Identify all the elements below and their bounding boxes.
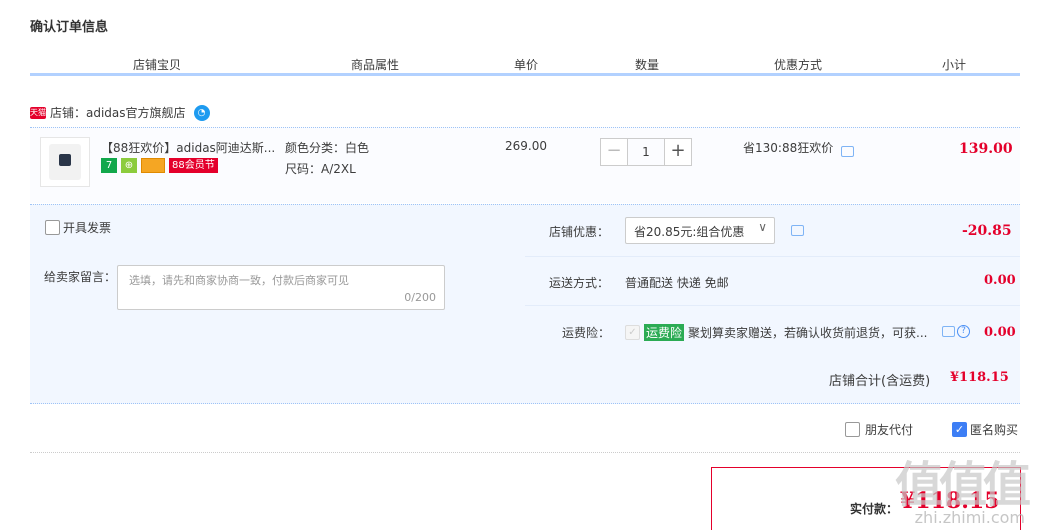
- header-subtotal: 小计: [942, 58, 967, 72]
- chat-icon[interactable]: [942, 326, 955, 337]
- shop-line: 天猫 店铺：adidas官方旗舰店 ◔: [30, 104, 210, 121]
- insurance-info: ✓ 运费险 聚划算卖家赠送，若确认收货前退货，可获...: [625, 324, 927, 341]
- help-icon[interactable]: ?: [957, 325, 970, 338]
- table-header: 店铺宝贝 商品属性 单价 数量 优惠方式 小计: [30, 53, 1020, 76]
- message-placeholder: 选填，请先和商家协商一致，付款后商家可见: [129, 274, 349, 287]
- product-badges: 7 ⊕ 88会员节: [101, 158, 218, 173]
- guarantee-icon: ⊕: [121, 158, 137, 173]
- payment-label: 实付款：: [850, 502, 899, 516]
- friend-pay-label: 朋友代付: [865, 423, 914, 437]
- watermark-text: zhi.zhimi.com: [914, 508, 1025, 527]
- shop-total-label: 店铺合计(含运费): [829, 374, 931, 389]
- chat-icon[interactable]: [791, 225, 804, 236]
- anonymous-option[interactable]: ✓ 匿名购买: [952, 421, 1018, 438]
- product-title[interactable]: 【88狂欢价】adidas阿迪达斯...: [101, 139, 276, 156]
- discount-text: 省130:88狂欢价: [743, 141, 834, 155]
- shop-name[interactable]: 店铺：adidas官方旗舰店: [50, 104, 186, 121]
- header-discount: 优惠方式: [774, 58, 823, 72]
- friend-pay-option[interactable]: 朋友代付: [845, 421, 913, 438]
- attr-size: 尺码：A/2XL: [285, 162, 356, 176]
- invoice-option[interactable]: 开具发票: [45, 219, 111, 236]
- shop-discount-select[interactable]: 省20.85元:组合优惠 ∨: [625, 217, 775, 244]
- delivery-value: 普通配送 快递 免邮: [625, 276, 729, 290]
- wangwang-icon[interactable]: ◔: [193, 104, 210, 121]
- shop-total-amount: ¥118.15: [950, 370, 1009, 385]
- quantity-stepper: − 1 +: [600, 138, 692, 166]
- unit-price: 269.00: [505, 139, 547, 153]
- divider: [30, 452, 1020, 453]
- tmall-icon: 天猫: [30, 106, 46, 119]
- watermark-logo: 值值值: [894, 457, 1031, 513]
- insurance-badge: 运费险: [644, 324, 685, 341]
- invoice-checkbox[interactable]: [45, 220, 60, 235]
- shop-discount-amount: -20.85: [962, 223, 1012, 239]
- insurance-text: 聚划算卖家赠送，若确认收货前退货，可获...: [688, 326, 928, 340]
- chevron-down-icon: ∨: [758, 220, 767, 234]
- row-divider: [525, 305, 1020, 306]
- row-divider: [525, 256, 1020, 257]
- attr-color: 颜色分类：白色: [285, 141, 370, 155]
- qty-input[interactable]: 1: [628, 138, 664, 166]
- insurance-amount: 0.00: [984, 325, 1016, 340]
- member-festival-badge: 88会员节: [169, 158, 218, 173]
- chat-icon[interactable]: [841, 146, 854, 157]
- insurance-checkbox: ✓: [625, 325, 640, 340]
- seven-day-return-icon: 7: [101, 158, 117, 173]
- header-unit-price: 单价: [514, 58, 539, 72]
- header-shop-item: 店铺宝贝: [133, 58, 182, 72]
- qty-minus-button[interactable]: −: [600, 138, 628, 166]
- product-thumbnail[interactable]: [40, 137, 90, 187]
- qty-plus-button[interactable]: +: [664, 138, 692, 166]
- credit-card-icon: [141, 158, 165, 173]
- delivery-amount: 0.00: [984, 273, 1016, 288]
- tshirt-print: [59, 154, 71, 166]
- message-textarea[interactable]: 选填，请先和商家协商一致，付款后商家可见 0/200: [117, 265, 445, 310]
- header-quantity: 数量: [635, 58, 660, 72]
- anonymous-label: 匿名购买: [970, 423, 1019, 437]
- friend-pay-checkbox[interactable]: [845, 422, 860, 437]
- message-counter: 0/200: [404, 291, 436, 304]
- header-attributes: 商品属性: [351, 58, 400, 72]
- message-label: 给卖家留言：: [44, 270, 117, 284]
- page-title: 确认订单信息: [30, 20, 109, 35]
- anonymous-checkbox[interactable]: ✓: [952, 422, 967, 437]
- shop-discount-label: 店铺优惠：: [549, 225, 610, 239]
- invoice-label: 开具发票: [63, 221, 112, 235]
- delivery-label: 运送方式：: [549, 276, 610, 290]
- shop-discount-selected: 省20.85元:组合优惠: [634, 225, 745, 239]
- item-subtotal: 139.00: [959, 141, 1013, 157]
- insurance-label: 运费险：: [562, 326, 611, 340]
